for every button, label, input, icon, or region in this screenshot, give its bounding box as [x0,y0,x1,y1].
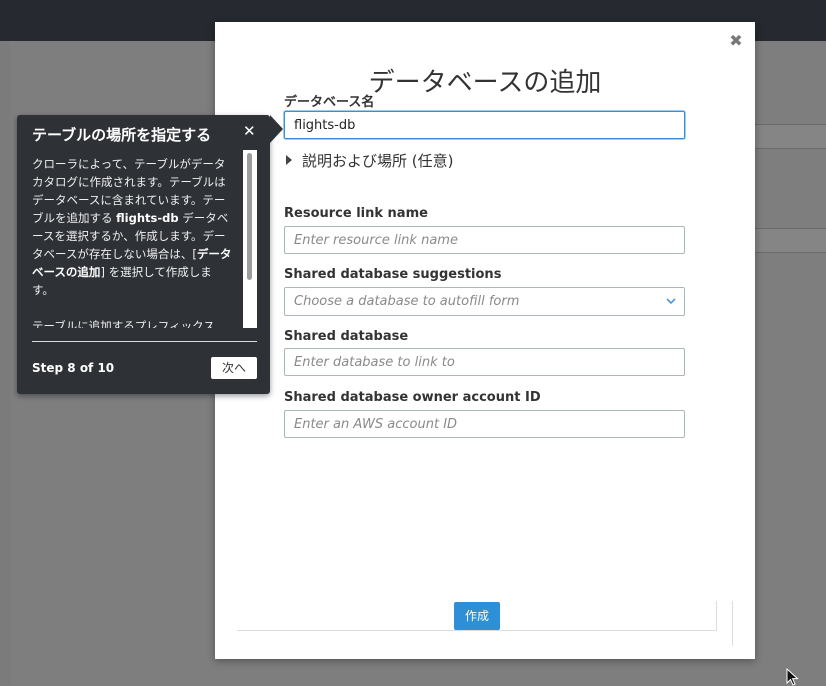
database-name-input[interactable] [284,111,685,139]
tour-divider [32,341,257,342]
background-row [755,228,826,253]
tour-body-text: テーブルに追加するプレフィックス [32,319,215,328]
tour-scrollbar[interactable] [243,150,257,328]
shared-suggestions-placeholder: Choose a database to autofill form [294,294,520,309]
mouse-cursor-icon [786,668,799,686]
close-icon[interactable]: ✕ [243,122,256,140]
create-button[interactable]: 作成 [454,602,500,630]
tour-step-counter: Step 8 of 10 [32,361,115,375]
popover-arrow [270,115,283,143]
add-database-dialog: データベースの追加 ✖ データベース名 説明および場所 (任意) Resourc… [215,22,755,659]
resource-link-label: Resource link name [284,206,428,221]
next-button[interactable]: 次へ [211,357,257,379]
tour-body-database: flights-db [116,211,179,225]
caret-right-icon [286,155,292,165]
resource-link-input[interactable] [284,226,685,254]
owner-account-label: Shared database owner account ID [284,390,541,405]
optional-details-expander[interactable]: 説明および場所 (任意) [286,150,453,171]
optional-details-label: 説明および場所 (任意) [302,152,454,170]
shared-database-input[interactable] [284,348,685,376]
shared-database-label: Shared database [284,329,409,344]
shared-suggestions-select[interactable]: Choose a database to autofill form [284,287,685,316]
tour-body: クローラによって、テーブルがデータカタログに作成されます。テーブルはデータベース… [32,155,232,328]
scrollbar-thumb[interactable] [247,153,252,280]
tour-title: テーブルの場所を指定する [32,126,212,144]
database-name-label: データベース名 [284,95,375,110]
background-row [755,124,826,149]
chevron-down-icon [666,298,676,305]
shared-suggestions-label: Shared database suggestions [284,267,502,282]
close-icon[interactable]: ✖ [728,33,744,49]
tour-popover: テーブルの場所を指定する ✕ クローラによって、テーブルがデータカタログに作成さ… [17,115,283,394]
owner-account-input[interactable] [284,410,685,438]
